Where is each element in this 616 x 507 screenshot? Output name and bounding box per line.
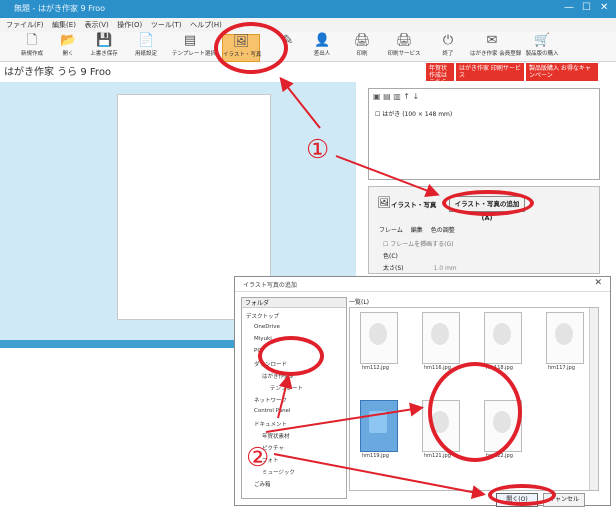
annotation-arrows [265, 76, 486, 499]
arrow-to-illustration [279, 76, 321, 129]
arrow-to-open [273, 453, 486, 499]
arrow-to-thumbnail [265, 402, 424, 433]
arrow-to-add [335, 155, 440, 197]
arrow-to-folder [277, 374, 293, 419]
